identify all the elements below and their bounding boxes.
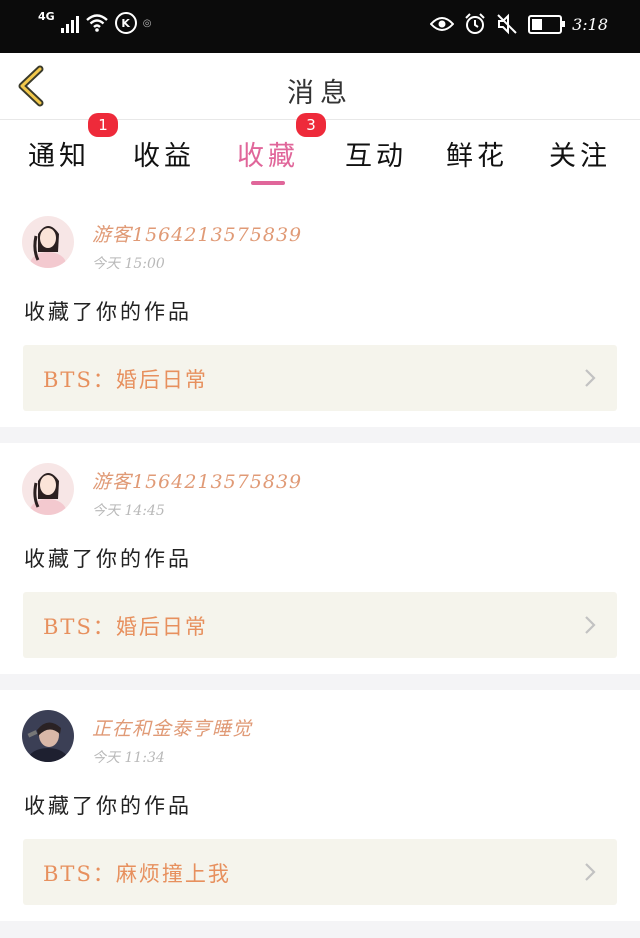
tab-flowers[interactable]: 鲜花 bbox=[446, 134, 508, 173]
status-bar: 4G K ◎ 3:18 bbox=[0, 0, 640, 53]
chevron-right-icon bbox=[585, 616, 596, 634]
header: 消息 bbox=[0, 53, 640, 120]
chevron-right-icon bbox=[585, 369, 596, 387]
avatar[interactable] bbox=[22, 463, 74, 515]
signal-icon bbox=[60, 13, 79, 33]
message-time: 今天 15:00 bbox=[92, 256, 165, 272]
tab-bar: 通知 1 收益 收藏 3 互动 鲜花 关注 bbox=[0, 113, 640, 192]
separator bbox=[0, 921, 640, 938]
username[interactable]: 游客1564213575839 bbox=[92, 220, 302, 247]
page-title: 消息 bbox=[287, 78, 353, 109]
message-time: 今天 14:45 bbox=[92, 503, 165, 519]
notifications-badge: 1 bbox=[88, 113, 118, 137]
username[interactable]: 正在和金泰亨睡觉 bbox=[92, 714, 252, 741]
network-type: 4G bbox=[38, 9, 55, 23]
work-title: BTS：婚后日常 bbox=[43, 615, 208, 639]
tab-interactions[interactable]: 互动 bbox=[345, 134, 407, 173]
work-link[interactable]: BTS：婚后日常 bbox=[23, 345, 617, 411]
username[interactable]: 游客1564213575839 bbox=[92, 467, 302, 494]
eye-icon bbox=[430, 17, 455, 31]
message-action: 收藏了你的作品 bbox=[24, 547, 192, 571]
avatar[interactable] bbox=[22, 216, 74, 268]
battery-icon bbox=[528, 14, 566, 34]
notification-dot-icon: ◎ bbox=[142, 17, 152, 29]
clock: 3:18 bbox=[572, 14, 608, 34]
work-link[interactable]: BTS：麻烦撞上我 bbox=[23, 839, 617, 905]
message-action: 收藏了你的作品 bbox=[24, 794, 192, 818]
message-action: 收藏了你的作品 bbox=[24, 300, 192, 324]
avatar[interactable] bbox=[22, 710, 74, 762]
work-title: BTS：麻烦撞上我 bbox=[43, 862, 231, 886]
work-link[interactable]: BTS：婚后日常 bbox=[23, 592, 617, 658]
favorites-badge: 3 bbox=[296, 113, 326, 137]
separator bbox=[0, 674, 640, 690]
mute-icon bbox=[497, 13, 517, 35]
chevron-right-icon bbox=[585, 863, 596, 881]
message-time: 今天 11:34 bbox=[92, 750, 165, 766]
active-tab-indicator bbox=[251, 181, 285, 185]
tab-notifications[interactable]: 通知 bbox=[28, 134, 90, 173]
message-card: 游客1564213575839 今天 14:45 收藏了你的作品 BTS：婚后日… bbox=[0, 443, 640, 674]
tab-following[interactable]: 关注 bbox=[549, 134, 611, 173]
message-card: 游客1564213575839 今天 15:00 收藏了你的作品 BTS：婚后日… bbox=[0, 196, 640, 427]
tab-earnings[interactable]: 收益 bbox=[133, 134, 195, 173]
work-title: BTS：婚后日常 bbox=[43, 368, 208, 392]
carrier-k-icon: K bbox=[114, 12, 137, 34]
wifi-icon bbox=[85, 14, 108, 32]
message-card: 正在和金泰亨睡觉 今天 11:34 收藏了你的作品 BTS：麻烦撞上我 bbox=[0, 690, 640, 921]
alarm-icon bbox=[465, 13, 485, 34]
tab-favorites[interactable]: 收藏 bbox=[237, 134, 299, 173]
separator bbox=[0, 427, 640, 443]
